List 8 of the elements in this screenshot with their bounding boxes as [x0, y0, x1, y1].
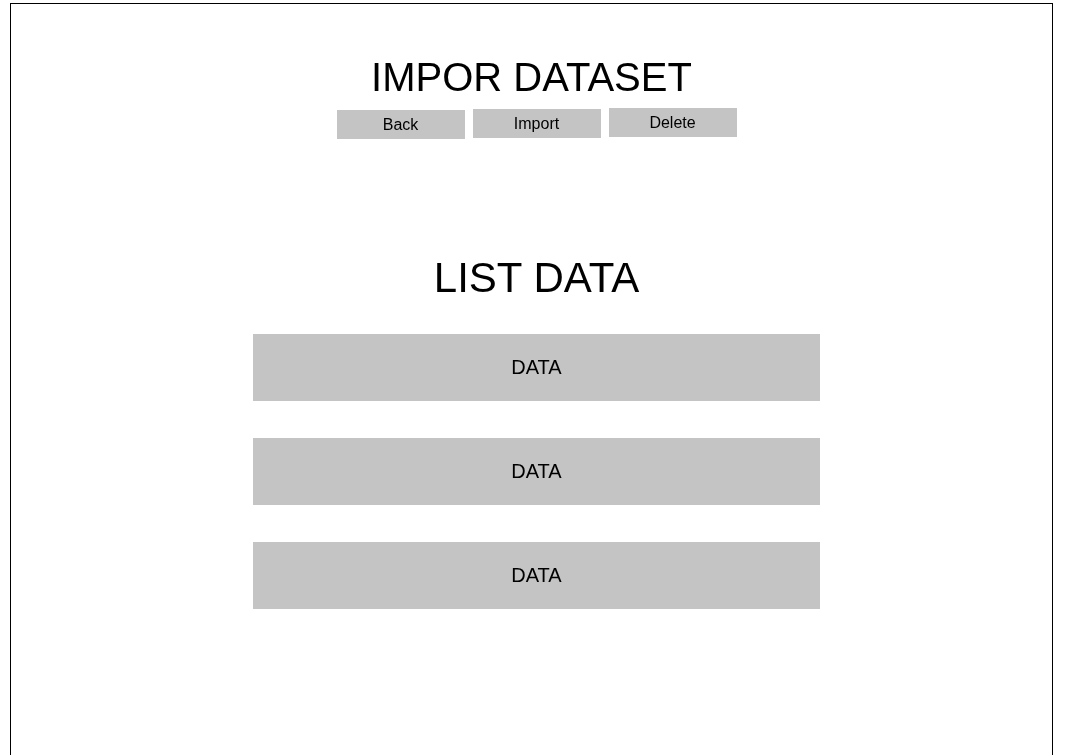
page-title: IMPOR DATASET: [371, 54, 692, 101]
data-item[interactable]: DATA: [253, 334, 820, 401]
data-item[interactable]: DATA: [253, 542, 820, 609]
list-title: LIST DATA: [433, 253, 640, 303]
toolbar-button[interactable]: Import: [472, 109, 601, 138]
toolbar-button[interactable]: Back: [336, 110, 465, 139]
data-item[interactable]: DATA: [253, 438, 820, 505]
toolbar-button[interactable]: Delete: [608, 108, 737, 137]
